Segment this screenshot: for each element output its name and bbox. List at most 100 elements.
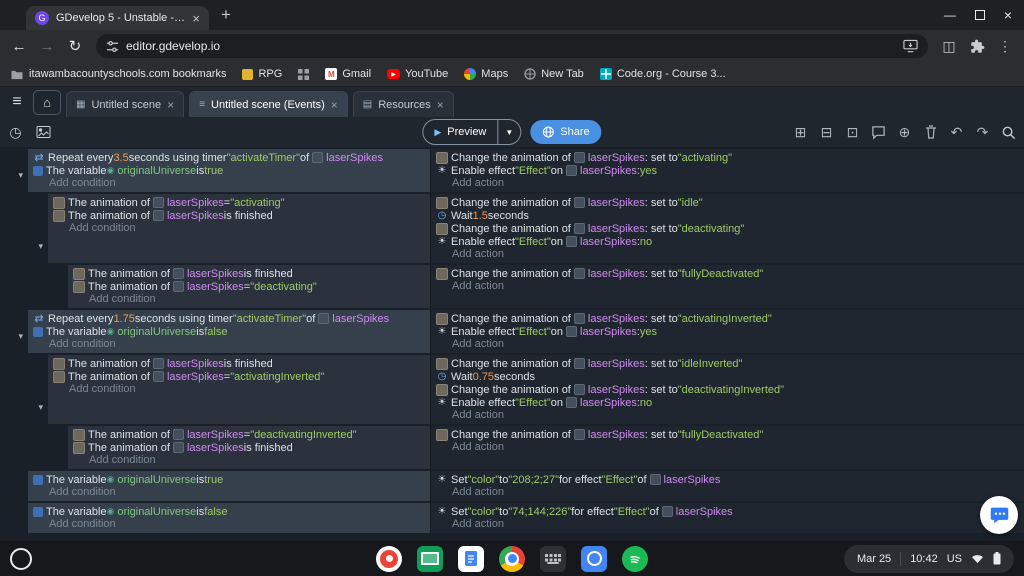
conditions-cell[interactable]: The variable ◉ originalUniverse is true Ad… <box>28 471 431 501</box>
conditions-cell[interactable]: The animation of laserSpikes = "activati… <box>48 194 431 263</box>
add-other-event-icon[interactable]: ⊡ <box>845 124 860 141</box>
action-row[interactable]: ◷ Wait 1.5 seconds <box>431 209 1024 222</box>
window-close-button[interactable]: × <box>1004 7 1012 23</box>
collapse-caret-icon[interactable]: ▾ <box>18 331 23 342</box>
action-row[interactable]: ☀ Enable effect "Effect" on laserSpikes: … <box>431 396 1024 409</box>
condition-row[interactable]: The animation of laserSpikes is finished <box>68 267 430 280</box>
events-sheet[interactable]: ▾ ⇄ Repeat every 3.5 seconds using timer "… <box>0 147 1024 541</box>
action-row[interactable]: Change the animation of laserSpikes: set… <box>431 383 1024 396</box>
docs-app-icon[interactable] <box>458 545 484 572</box>
add-condition-link[interactable]: Add condition <box>48 222 430 235</box>
camera-app-icon[interactable] <box>581 545 607 572</box>
condition-row[interactable]: The animation of laserSpikes is finished <box>48 357 430 370</box>
condition-row[interactable]: The animation of laserSpikes = "deactiva… <box>68 280 430 293</box>
action-row[interactable]: ☀ Enable effect "Effect" on laserSpikes: … <box>431 325 1024 338</box>
condition-row[interactable]: The variable ◉ originalUniverse is false <box>28 505 430 518</box>
editor-tab-scene[interactable]: ▦ Untitled scene × <box>66 91 185 117</box>
browser-menu-icon[interactable]: ⋮ <box>992 38 1018 55</box>
bookmark-item[interactable]: Maps <box>464 68 508 80</box>
condition-row[interactable]: ⇄ Repeat every 3.5 seconds using timer "a… <box>28 151 430 165</box>
scene-image-icon[interactable] <box>36 126 51 138</box>
condition-row[interactable]: The variable ◉ originalUniverse is true <box>28 473 430 486</box>
bookmark-item[interactable]: itawambacountyschools.com bookmarks <box>10 68 226 80</box>
action-row[interactable]: Change the animation of laserSpikes: set… <box>431 428 1024 441</box>
browser-tab[interactable]: G GDevelop 5 - Unstable - GDevel... × <box>26 6 209 30</box>
tab-close-icon[interactable]: × <box>437 98 444 112</box>
address-bar[interactable]: editor.gdevelop.io <box>96 34 928 58</box>
add-action-link[interactable]: Add action <box>431 441 1024 454</box>
tab-close-icon[interactable]: × <box>167 98 174 112</box>
add-action-link[interactable]: Add action <box>431 486 1024 499</box>
action-row[interactable]: ☀ Set "color" to "208;2;27" for effect "E… <box>431 473 1024 486</box>
extensions-icon[interactable] <box>964 39 990 54</box>
reload-icon[interactable]: ↻ <box>62 37 88 55</box>
add-condition-link[interactable]: Add condition <box>68 454 430 467</box>
bookmark-item[interactable]: New Tab <box>524 68 584 80</box>
side-panel-icon[interactable]: ◫ <box>936 38 962 55</box>
action-row[interactable]: ◷ Wait 0.75 seconds <box>431 370 1024 383</box>
add-condition-link[interactable]: Add condition <box>28 486 430 499</box>
action-row[interactable]: Change the animation of laserSpikes: set… <box>431 222 1024 235</box>
actions-cell[interactable]: Change the animation of laserSpikes: set… <box>431 310 1024 353</box>
action-row[interactable]: ☀ Enable effect "Effect" on laserSpikes: … <box>431 235 1024 248</box>
bookmark-item[interactable] <box>298 68 310 80</box>
main-menu-icon[interactable]: ≡ <box>6 93 28 111</box>
condition-row[interactable]: The animation of laserSpikes = "deactiva… <box>68 428 430 441</box>
add-action-link[interactable]: Add action <box>431 177 1024 190</box>
conditions-cell[interactable]: ⇄ Repeat every 3.5 seconds using timer "a… <box>28 149 431 192</box>
event-block[interactable]: ▾ ⇄ Repeat every 3.5 seconds using timer "… <box>0 149 1024 192</box>
chat-fab-button[interactable] <box>980 496 1018 534</box>
actions-cell[interactable]: ☀ Set "color" to "74;144;226" for effect … <box>431 503 1024 533</box>
add-event-icon[interactable]: ⊞ <box>793 124 808 141</box>
condition-row[interactable]: The variable ◉ originalUniverse is true <box>28 164 430 177</box>
action-row[interactable]: Change the animation of laserSpikes: set… <box>431 151 1024 164</box>
chrome-app-icon[interactable] <box>499 545 525 572</box>
action-row[interactable]: Change the animation of laserSpikes: set… <box>431 196 1024 209</box>
add-condition-link[interactable]: Add condition <box>28 518 430 531</box>
condition-row[interactable]: The animation of laserSpikes is finished <box>68 441 430 454</box>
actions-cell[interactable]: Change the animation of laserSpikes: set… <box>431 194 1024 263</box>
action-row[interactable]: Change the animation of laserSpikes: set… <box>431 267 1024 280</box>
add-action-link[interactable]: Add action <box>431 248 1024 261</box>
bookmark-item[interactable]: ▶ YouTube <box>387 68 448 80</box>
actions-cell[interactable]: Change the animation of laserSpikes: set… <box>431 149 1024 192</box>
history-icon[interactable]: ◷ <box>8 124 23 141</box>
event-block[interactable]: The variable ◉ originalUniverse is false A… <box>0 503 1024 533</box>
install-app-icon[interactable] <box>903 39 918 53</box>
search-icon[interactable] <box>1001 125 1016 140</box>
classroom-app-icon[interactable] <box>417 545 443 572</box>
bookmark-item[interactable]: M Gmail <box>325 68 371 80</box>
screen-record-app-icon[interactable] <box>376 545 402 572</box>
actions-cell[interactable]: ☀ Set "color" to "208;2;27" for effect "E… <box>431 471 1024 501</box>
keyboard-app-icon[interactable] <box>540 545 566 572</box>
event-block[interactable]: The animation of laserSpikes = "deactiva… <box>0 426 1024 469</box>
bookmark-item[interactable]: RPG <box>242 68 282 80</box>
action-row[interactable]: Change the animation of laserSpikes: set… <box>431 357 1024 370</box>
conditions-cell[interactable]: The animation of laserSpikes is finished… <box>48 355 431 424</box>
new-tab-button[interactable]: + <box>221 5 231 25</box>
collapse-caret-icon[interactable]: ▾ <box>18 170 23 181</box>
conditions-cell[interactable]: The animation of laserSpikes = "deactiva… <box>68 426 431 469</box>
conditions-cell[interactable]: The variable ◉ originalUniverse is false A… <box>28 503 431 533</box>
collapse-caret-icon[interactable]: ▾ <box>38 241 43 252</box>
add-action-link[interactable]: Add action <box>431 280 1024 293</box>
actions-cell[interactable]: Change the animation of laserSpikes: set… <box>431 355 1024 424</box>
bookmark-item[interactable]: Code.org - Course 3... <box>599 68 726 80</box>
preview-button[interactable]: ▶ Preview ▼ <box>422 119 522 145</box>
event-block[interactable]: ▾ The animation of laserSpikes is finishe… <box>0 355 1024 424</box>
actions-cell[interactable]: Change the animation of laserSpikes: set… <box>431 426 1024 469</box>
tab-close-icon[interactable]: × <box>192 11 200 26</box>
site-settings-icon[interactable] <box>106 40 119 53</box>
collapse-caret-icon[interactable]: ▾ <box>38 402 43 413</box>
launcher-button[interactable] <box>10 547 32 570</box>
add-condition-link[interactable]: Add condition <box>28 177 430 190</box>
actions-cell[interactable]: Change the animation of laserSpikes: set… <box>431 265 1024 308</box>
event-block[interactable]: The animation of laserSpikes is finished… <box>0 265 1024 308</box>
event-block[interactable]: ▾ ⇄ Repeat every 1.75 seconds using timer … <box>0 310 1024 353</box>
add-action-link[interactable]: Add action <box>431 409 1024 422</box>
editor-tab-resources[interactable]: ▤ Resources × <box>352 91 454 117</box>
add-condition-link[interactable]: Add condition <box>28 338 430 351</box>
add-action-link[interactable]: Add action <box>431 338 1024 351</box>
add-condition-link[interactable]: Add condition <box>68 293 430 306</box>
status-tray[interactable]: Mar 25 10:42 US <box>843 544 1014 573</box>
